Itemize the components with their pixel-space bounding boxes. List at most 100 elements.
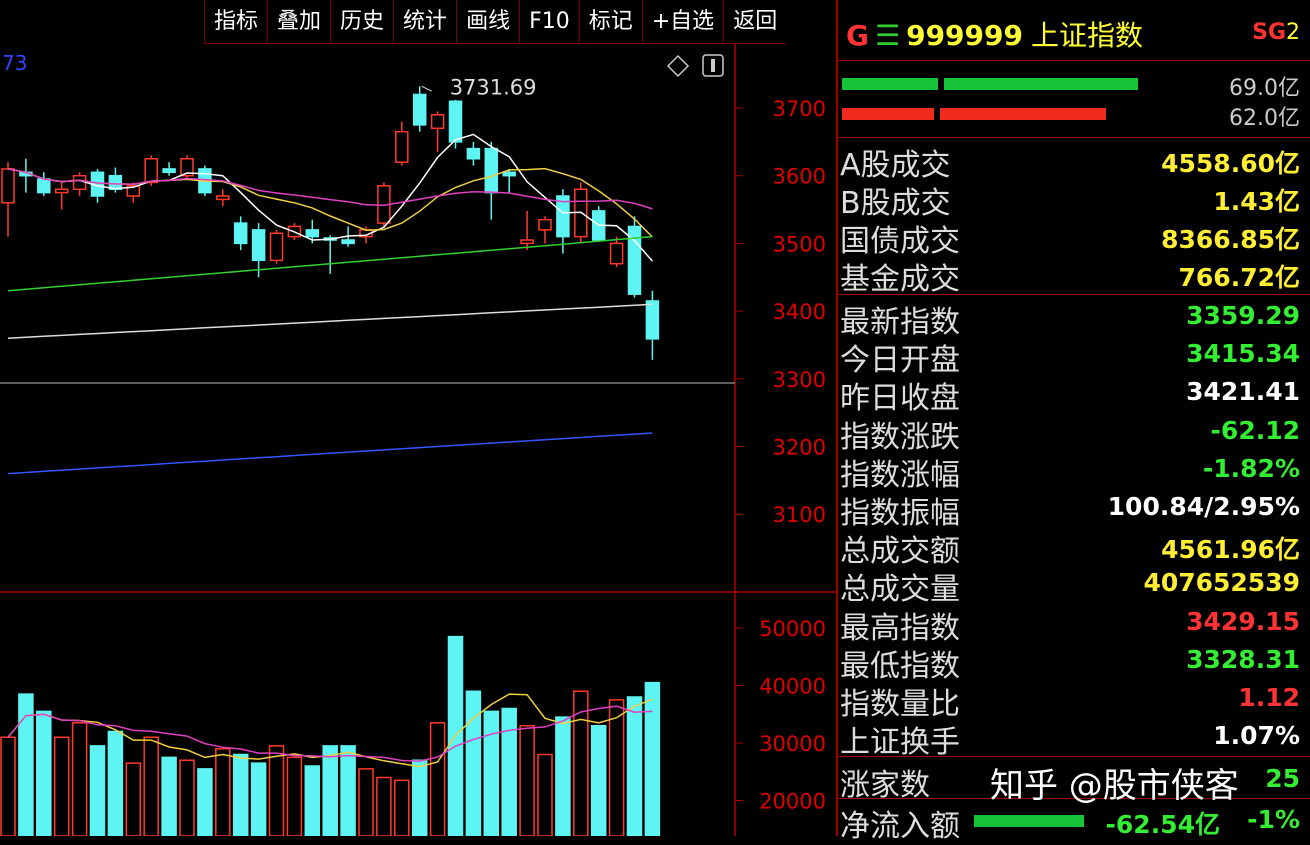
back-button[interactable]: 返回 xyxy=(723,0,787,44)
turnover-value: 1.43亿 xyxy=(1213,187,1300,216)
volume-bar xyxy=(376,776,392,836)
outflow-value: 62.0亿 xyxy=(1229,106,1300,131)
stat-value: -62.12 xyxy=(1210,415,1300,445)
turnover-row: 国债成交 8366.85亿 xyxy=(840,216,1300,259)
overlay-button[interactable]: 叠加 xyxy=(267,0,331,44)
menu-icon[interactable]: ☰ xyxy=(875,19,900,52)
candle-body xyxy=(645,300,660,340)
history-button[interactable]: 历史 xyxy=(330,0,394,44)
price-tick-label: 3100 xyxy=(773,503,826,527)
inflow-value: 69.0亿 xyxy=(1229,76,1300,101)
stat-row: 指数振幅 100.84/2.95% xyxy=(840,488,1300,531)
candle-body xyxy=(448,100,463,143)
indicator-button[interactable]: 指标 xyxy=(204,0,268,44)
volume-bar xyxy=(394,779,410,836)
diamond-icon xyxy=(666,54,690,78)
volume-bar xyxy=(71,722,88,836)
stat-value: 3415.34 xyxy=(1186,339,1300,369)
candle-body xyxy=(430,114,445,130)
kline-chart[interactable]: 3700 3600 3500 3400 3300 3200 3100 50000 40000 30… xyxy=(0,0,836,836)
candle-body xyxy=(216,195,230,201)
stock-name: 上证指数 xyxy=(1031,19,1144,52)
volume-bar xyxy=(608,699,625,836)
statistics-button[interactable]: 统计 xyxy=(393,0,457,44)
candle-body xyxy=(251,229,266,262)
volume-bar xyxy=(340,745,356,836)
watermark: 知乎 @股市侠客 xyxy=(990,766,1239,806)
stat-row: 最低指数 3328.31 xyxy=(840,641,1300,684)
candle-body xyxy=(37,178,51,194)
volume-bar xyxy=(125,762,142,836)
candle-body xyxy=(520,239,534,245)
ma20-line xyxy=(7,168,653,210)
volume-tick-label: 40000 xyxy=(759,675,826,699)
stat-row: 最高指数 3429.15 xyxy=(840,603,1300,646)
price-tick-label: 3700 xyxy=(773,97,826,121)
volume-tick-label: 50000 xyxy=(759,617,826,641)
volume-bar xyxy=(53,736,70,836)
candle-body xyxy=(484,147,499,194)
divider xyxy=(838,756,1310,757)
stock-code: 999999 xyxy=(906,19,1023,52)
price-tick-label: 3500 xyxy=(773,232,826,256)
volume-bar xyxy=(429,722,446,836)
volume-bar xyxy=(215,748,231,836)
stat-row: 指数涨跌 -62.12 xyxy=(840,412,1300,455)
stat-value: 1.07% xyxy=(1213,721,1300,751)
net-inflow-pct: -1% xyxy=(1247,805,1300,834)
stat-row: 指数涨幅 -1.82% xyxy=(840,450,1300,493)
volume-bar xyxy=(268,745,285,836)
ma250-line xyxy=(7,432,653,475)
turnover-label: 基金成交 xyxy=(840,262,960,297)
quote-panel: G ☰ 999999 上证指数 SG2 69.0亿 62.0亿 A股成交 4558.60… xyxy=(836,0,1310,844)
sg-badge: SG2 xyxy=(1252,20,1300,45)
volume-bar xyxy=(0,736,16,836)
candle-body xyxy=(144,158,158,184)
stat-value: 3421.41 xyxy=(1186,377,1300,407)
volume-tick-label: 20000 xyxy=(759,790,826,814)
stat-row: 总成交额 4561.96亿 xyxy=(840,526,1300,569)
volume-bar xyxy=(537,753,553,836)
net-inflow-bar xyxy=(974,815,1084,827)
mark-button[interactable]: 标记 xyxy=(578,0,642,44)
outflow-bar xyxy=(940,108,1106,120)
candle-body xyxy=(395,130,409,163)
price-tick-label: 3200 xyxy=(773,436,826,460)
f10-button[interactable]: F10 xyxy=(519,0,579,44)
candle-body xyxy=(233,222,248,245)
volume-bar xyxy=(626,696,643,836)
volume-bar xyxy=(590,725,607,836)
draw-line-button[interactable]: 画线 xyxy=(456,0,520,44)
candle-body xyxy=(412,93,427,126)
add-watchlist-button[interactable]: +自选 xyxy=(641,0,724,44)
stat-row: 最新指数 3359.29 xyxy=(840,297,1300,340)
price-tick-label: 3400 xyxy=(773,300,826,324)
volume-bar xyxy=(411,759,428,836)
up-count-value: 25 xyxy=(1265,764,1300,793)
volume-bar xyxy=(286,756,303,836)
volume-bar xyxy=(36,710,52,836)
stat-value: -1.82% xyxy=(1202,453,1300,483)
volume-bar xyxy=(232,753,249,836)
candle-body xyxy=(54,188,69,194)
volume-bar xyxy=(465,690,482,836)
outflow-bar xyxy=(842,108,934,120)
net-inflow-label: 净流入额 xyxy=(840,809,960,844)
candle-body xyxy=(269,232,284,262)
divider xyxy=(838,60,1310,61)
volume-bar xyxy=(519,725,535,836)
g-marker: G xyxy=(846,19,869,52)
volume-bar xyxy=(161,756,177,836)
corner-value: 73 xyxy=(2,51,27,75)
inflow-bar xyxy=(842,78,938,90)
volume-bar xyxy=(483,710,500,836)
price-tick-label: 3600 xyxy=(773,165,826,189)
candle-body xyxy=(502,171,516,177)
divider xyxy=(838,137,1310,138)
stock-header: G ☰ 999999 上证指数 xyxy=(846,14,1143,54)
candle-body xyxy=(305,229,320,238)
volume-bar xyxy=(107,730,124,836)
stat-row: 指数量比 1.12 xyxy=(840,679,1300,722)
turnover-value: 8366.85亿 xyxy=(1161,225,1300,254)
turnover-row: A股成交 4558.60亿 xyxy=(840,140,1300,183)
